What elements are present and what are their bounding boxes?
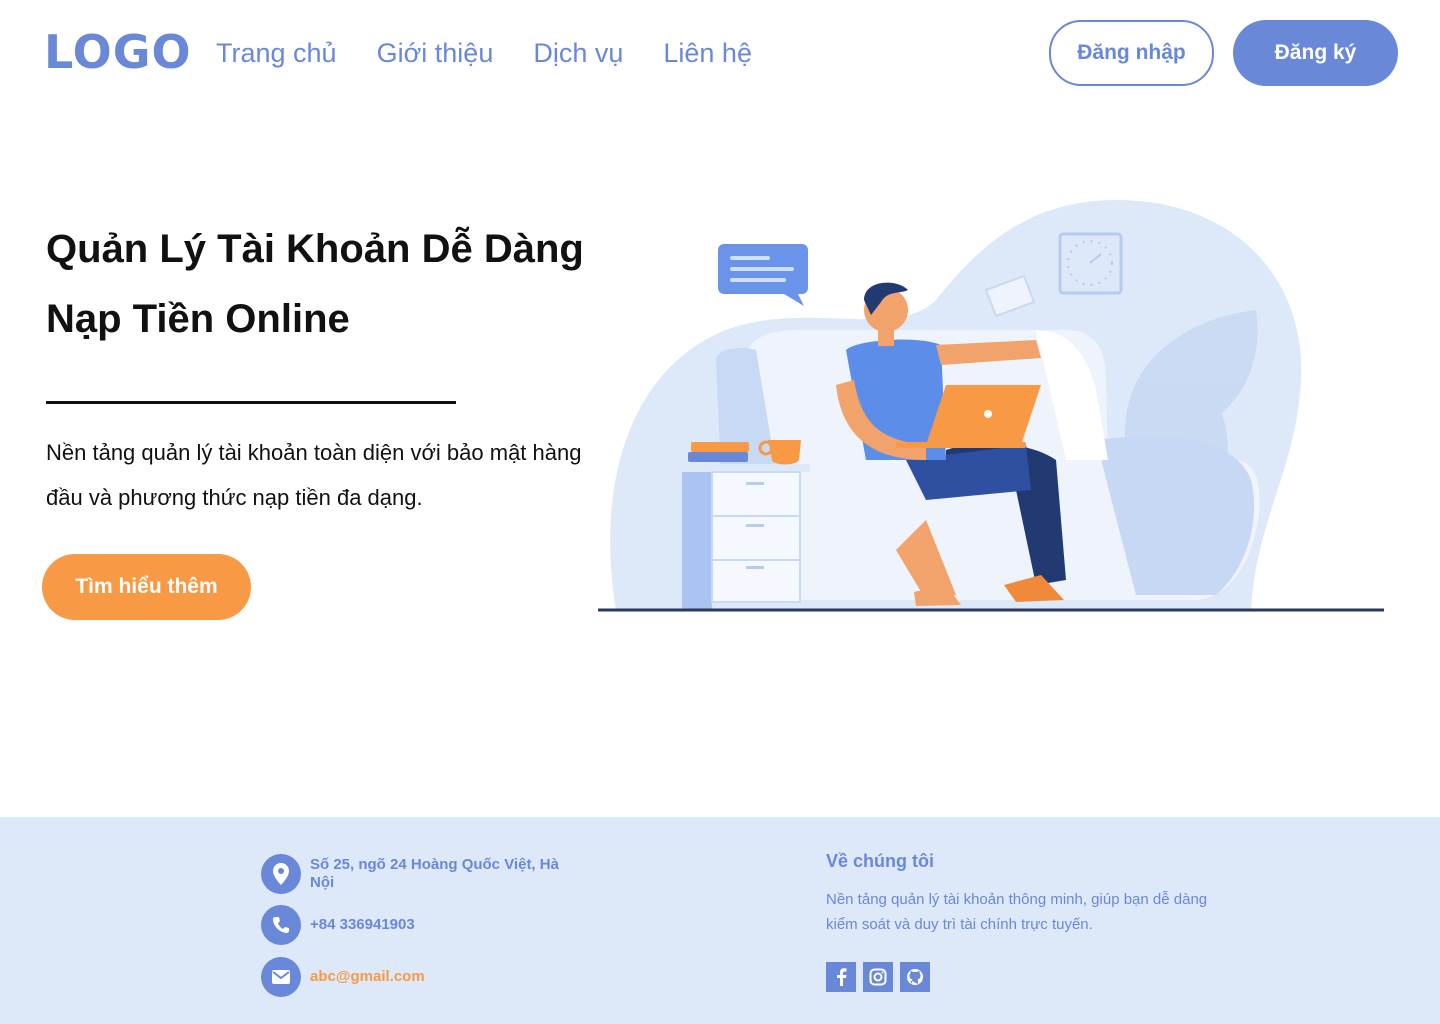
facebook-icon[interactable] [826, 962, 856, 992]
mail-icon [261, 957, 301, 997]
contact-address: Số 25, ngõ 24 Hoàng Quốc Việt, Hà Nội [261, 854, 570, 894]
location-icon [261, 854, 301, 894]
hero-title: Quản Lý Tài Khoản Dễ Dàng Nạp Tiền Onlin… [46, 214, 646, 354]
nav-about[interactable]: Giới thiệu [377, 34, 494, 72]
about-text: Nền tảng quản lý tài khoản thông minh, g… [826, 891, 1208, 933]
login-button[interactable]: Đăng nhập [1049, 20, 1214, 86]
footer: Số 25, ngõ 24 Hoàng Quốc Việt, Hà Nội +8… [0, 817, 1440, 1024]
hero-divider [46, 401, 456, 404]
hero-title-line-1: Quản Lý Tài Khoản Dễ Dàng [46, 227, 584, 271]
learn-more-button[interactable]: Tìm hiểu thêm [42, 554, 251, 620]
contact-phone: +84 336941903 [261, 905, 570, 945]
instagram-icon[interactable] [863, 962, 893, 992]
hero-description: Nền tảng quản lý tài khoản toàn diện với… [46, 440, 582, 510]
github-icon[interactable] [900, 962, 930, 992]
social-links [826, 962, 937, 992]
nav-home[interactable]: Trang chủ [216, 34, 337, 72]
nav-services[interactable]: Dịch vụ [533, 34, 623, 72]
address-text: Số 25, ngõ 24 Hoàng Quốc Việt, Hà Nội [310, 856, 559, 891]
phone-text[interactable]: +84 336941903 [310, 916, 570, 934]
register-button[interactable]: Đăng ký [1233, 20, 1398, 86]
contact-email: abc@gmail.com [261, 957, 570, 997]
hero-title-line-2: Nạp Tiền Online [46, 297, 350, 341]
nav-contact[interactable]: Liên hệ [663, 34, 752, 72]
about-title: Về chúng tôi [826, 851, 934, 871]
hero-illustration [598, 200, 1384, 612]
email-link[interactable]: abc@gmail.com [310, 968, 570, 986]
phone-icon [261, 905, 301, 945]
logo[interactable]: LOGO [44, 24, 192, 80]
main-nav: Trang chủ Giới thiệu Dịch vụ Liên hệ [216, 34, 792, 72]
